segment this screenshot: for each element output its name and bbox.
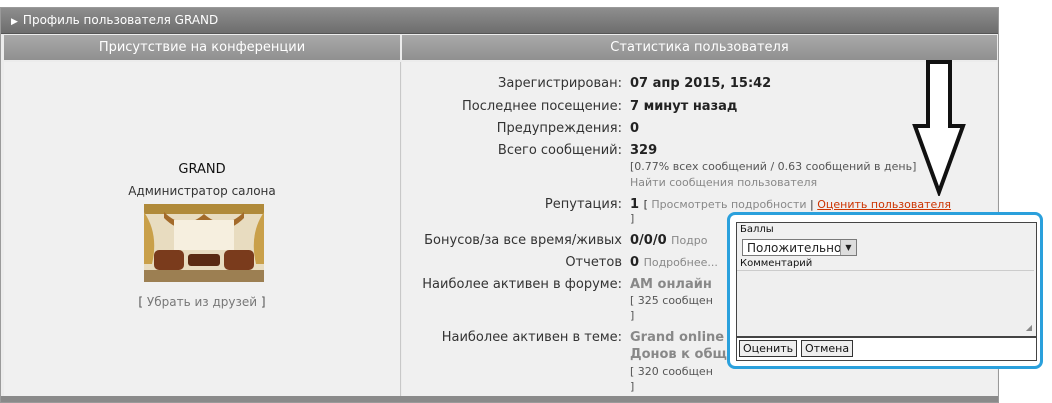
submit-rate-button[interactable]: Оценить <box>739 340 798 357</box>
reputation-bracket: ] <box>630 212 635 225</box>
reputation-value: 1 <box>630 197 640 212</box>
panel-bottom-bar <box>1 396 998 402</box>
user-role: Администратор салона <box>128 184 276 198</box>
reports-label: Отчетов <box>565 255 622 270</box>
collapse-triangle-icon[interactable]: ▶ <box>11 17 18 27</box>
posts-label: Всего сообщений: <box>497 143 622 158</box>
presence-column: GRAND Администратор салона [ Убрать из д… <box>4 62 401 400</box>
points-label: Баллы <box>740 224 774 235</box>
bonus-more-link[interactable]: Подро <box>671 234 707 247</box>
find-posts-link[interactable]: Найти сообщения пользователя <box>630 176 817 189</box>
reports-more-link[interactable]: Подробнее... <box>644 256 718 269</box>
user-name: GRAND <box>178 162 226 177</box>
posts-value: 329 <box>630 143 658 158</box>
avatar <box>144 204 264 282</box>
bonus-value: 0/0/0 <box>630 233 667 248</box>
remove-friend: [ Убрать из друзей ] <box>138 295 266 309</box>
rate-form-frame: Баллы Положительно ▼ Комментарий ◢ <box>736 222 1037 337</box>
comment-label: Комментарий <box>740 258 813 269</box>
remove-friend-link[interactable]: Убрать из друзей <box>147 295 257 309</box>
reports-row: 0 Подробнее... <box>630 255 718 270</box>
active-topic-bracket: ] <box>630 380 635 393</box>
resize-grip-icon[interactable]: ◢ <box>1026 323 1032 332</box>
points-select[interactable]: Положительно ▼ <box>742 239 857 256</box>
profile-title: Профиль пользователя GRAND <box>22 13 219 27</box>
active-topic-link-line2[interactable]: Донов к общ <box>630 347 727 362</box>
warnings-value: 0 <box>630 121 640 136</box>
stats-column-header: Статистика пользователя <box>402 35 997 60</box>
active-forum-bracket: ] <box>630 309 635 322</box>
registered-label: Зарегистрирован: <box>498 76 622 91</box>
posts-percentage: [0.77% всех сообщений / 0.63 сообщений в… <box>630 160 917 173</box>
active-forum-label: Наиболее активен в форуме: <box>422 277 622 292</box>
bonus-row: 0/0/0 Подро <box>630 233 708 248</box>
reputation-view-link[interactable]: Просмотреть подробности <box>651 198 806 211</box>
bonus-label: Бонусов/за все время/живых <box>424 233 622 248</box>
profile-title-bar: ▶ Профиль пользователя GRAND <box>1 8 998 34</box>
reputation-label: Репутация: <box>544 197 622 212</box>
last-visit-value: 7 минут назад <box>630 99 738 114</box>
rate-user-popup: Баллы Положительно ▼ Комментарий ◢ Оцени… <box>727 212 1043 369</box>
active-topic-label: Наиболее активен в теме: <box>441 330 622 345</box>
cancel-rate-button[interactable]: Отмена <box>801 340 854 357</box>
warnings-label: Предупреждения: <box>496 121 622 136</box>
avatar-image <box>144 204 264 282</box>
points-selected-value: Положительно <box>747 241 842 255</box>
active-forum-count: [ 325 сообщен <box>630 294 713 307</box>
active-forum-link[interactable]: АМ онлайн <box>630 277 712 292</box>
comment-textarea[interactable]: ◢ <box>737 270 1034 334</box>
active-topic-link-line1[interactable]: Grand online <box>630 330 724 345</box>
reports-value: 0 <box>630 255 640 270</box>
last-visit-label: Последнее посещение: <box>462 99 622 114</box>
rate-user-link[interactable]: Оценить пользователя <box>817 198 951 211</box>
active-topic-count: [ 320 сообщен <box>630 365 713 378</box>
reputation-row: 1 [ Просмотреть подробности | Оценить по… <box>630 197 951 212</box>
down-arrow-annotation-icon <box>912 60 966 196</box>
rate-buttons-row: Оценить Отмена <box>736 337 1037 361</box>
presence-column-header: Присутствие на конференции <box>4 35 400 60</box>
chevron-down-icon[interactable]: ▼ <box>840 240 856 255</box>
registered-value: 07 апр 2015, 15:42 <box>630 76 772 91</box>
